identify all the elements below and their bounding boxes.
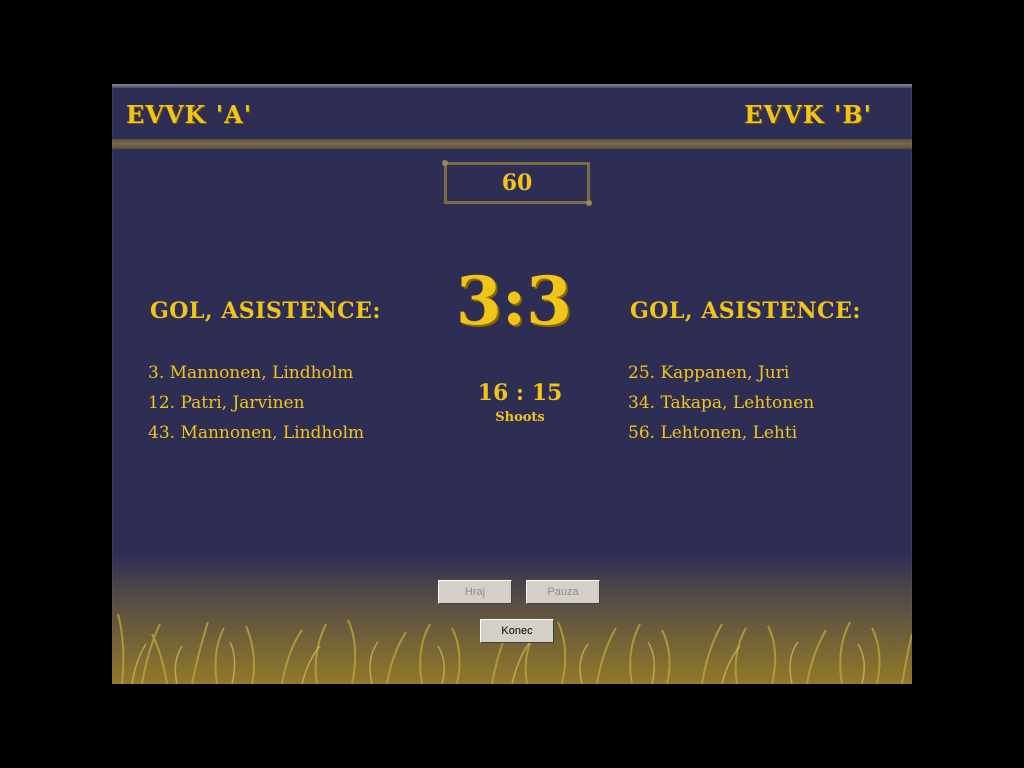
away-team-name: EVVK 'B' (744, 100, 872, 129)
goal-item: 56. Lehtonen, Lehti (628, 423, 798, 443)
goal-item: 43. Mannonen, Lindholm (148, 423, 365, 443)
home-goals-list: 3. Mannonen, Lindholm 12. Patri, Jarvine… (148, 358, 364, 448)
end-button[interactable]: Konec (480, 619, 554, 643)
away-goals-list: 25. Kappanen, Juri 34. Takapa, Lehtonen … (628, 358, 814, 448)
goal-item: 34. Takapa, Lehtonen (628, 393, 815, 413)
goal-item: 12. Patri, Jarvinen (148, 393, 305, 413)
scoreboard-window: EVVK 'A' EVVK 'B' 60 GOL, ASISTENCE: 3:3… (112, 84, 912, 684)
score: 3:3 (455, 262, 573, 340)
goal-item: 3. Mannonen, Lindholm (148, 363, 354, 383)
header-divider (112, 139, 912, 149)
home-goals-heading: GOL, ASISTENCE: (150, 298, 382, 324)
goal-item: 25. Kappanen, Juri (628, 363, 790, 383)
shoots-label: Shoots (495, 410, 545, 425)
window-top-border (112, 84, 912, 88)
home-team-name: EVVK 'A' (126, 100, 253, 129)
pause-button[interactable]: Pauza (526, 580, 600, 604)
away-goals-heading: GOL, ASISTENCE: (630, 298, 862, 324)
timer-value: 60 (501, 170, 533, 196)
shoots-value: 16 : 15 (477, 380, 563, 406)
play-button[interactable]: Hraj (438, 580, 512, 604)
timer-box: 60 (442, 160, 592, 206)
